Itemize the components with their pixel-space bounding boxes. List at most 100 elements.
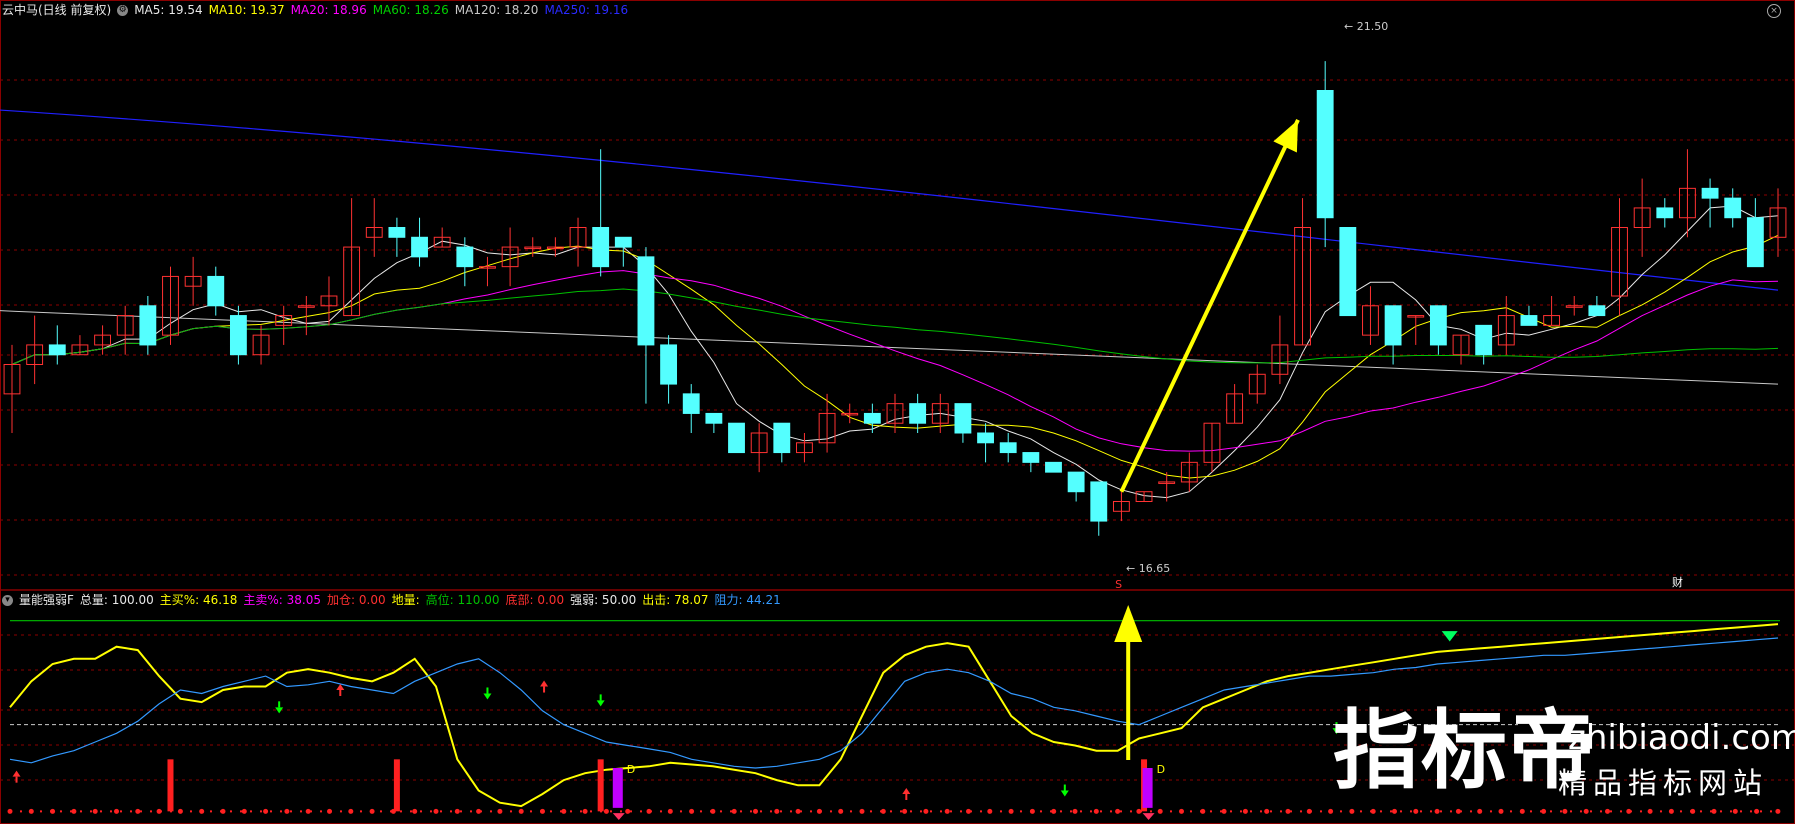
close-icon[interactable]: × xyxy=(1767,4,1781,18)
bottom-dot xyxy=(540,808,545,814)
bottom-dot xyxy=(1519,808,1525,814)
bottom-dot xyxy=(50,808,56,814)
watermark-url: zhibiaodi.com xyxy=(1568,718,1795,758)
bottom-dot xyxy=(1732,808,1738,814)
bottom-dot xyxy=(476,808,482,814)
ma120-line xyxy=(0,310,1779,385)
bottom-dot xyxy=(1583,808,1589,814)
candle-body xyxy=(682,393,700,414)
bottom-dot xyxy=(1264,808,1270,814)
high-price-label: ← 21.50 xyxy=(1344,20,1389,33)
candle-body xyxy=(1045,461,1062,473)
bottom-dot xyxy=(156,808,162,814)
candle-body xyxy=(207,275,225,307)
main-legend-name: 云中马(日线 前复权) xyxy=(2,3,112,17)
sub-item-0: 总量: 100.00 xyxy=(79,593,154,607)
down-arrow-icon xyxy=(596,700,605,707)
candle-body xyxy=(637,256,655,346)
bottom-dot xyxy=(1242,808,1248,814)
sub-legend: ▾ 量能强弱F 总量: 100.00 主买%: 46.18 主卖%: 38.05… xyxy=(0,590,781,610)
bottom-dot xyxy=(220,808,226,814)
bottom-dot xyxy=(1605,808,1610,814)
bottom-dot xyxy=(859,808,865,814)
bottom-dot xyxy=(774,808,780,814)
ma60-label: MA60: 18.26 xyxy=(372,3,449,17)
sub-item-3: 加仓: 0.00 xyxy=(327,593,386,607)
ma250-line xyxy=(0,109,1779,291)
ma60-line xyxy=(11,288,1779,365)
bottom-dot xyxy=(1200,808,1206,814)
bottom-dot xyxy=(348,808,354,814)
candle-body xyxy=(1520,315,1538,326)
ma5-label: MA5: 19.54 xyxy=(134,3,203,17)
bottom-dot xyxy=(987,808,993,814)
watermark-sub: 精品指标网站 xyxy=(1558,766,1769,800)
bottom-dot xyxy=(7,808,13,814)
sub-legend-name: 量能强弱F xyxy=(19,593,74,607)
bottom-dot xyxy=(603,808,609,814)
candle-body xyxy=(1475,324,1493,356)
settings-icon[interactable]: ⚙ xyxy=(117,4,129,16)
bottom-dot xyxy=(1647,808,1653,814)
bottom-dot xyxy=(369,808,375,814)
bottom-dot xyxy=(1498,808,1504,814)
bottom-dot xyxy=(731,808,737,814)
bottom-dot xyxy=(838,808,844,814)
bottom-dot xyxy=(1306,808,1312,814)
d-bar xyxy=(612,768,623,808)
bottom-dot xyxy=(1115,808,1121,814)
candle-body xyxy=(660,344,678,385)
bottom-dot xyxy=(28,808,34,814)
candle-body xyxy=(456,246,474,268)
bottom-dot xyxy=(880,808,886,814)
candle-body xyxy=(773,422,791,454)
bottom-dot xyxy=(1285,808,1291,814)
low-price-label: ← 16.65 xyxy=(1126,562,1171,575)
bottom-dot xyxy=(944,808,950,814)
candle-body xyxy=(705,412,723,424)
bottom-dot xyxy=(646,808,652,814)
bottom-dot xyxy=(1775,808,1781,814)
bottom-dot xyxy=(1392,808,1397,814)
bottom-dot xyxy=(433,808,439,814)
bottom-dot xyxy=(1349,808,1355,814)
bottom-dot xyxy=(412,808,418,814)
signal-arrow-head xyxy=(1114,605,1143,642)
sub-item-7: 强弱: 50.00 xyxy=(570,593,637,607)
bottom-dot xyxy=(497,808,503,814)
up-arrow-icon xyxy=(902,788,911,794)
bottom-dot xyxy=(1626,808,1632,814)
candle-body xyxy=(1339,227,1357,317)
sub-item-9: 阻力: 44.21 xyxy=(714,593,781,607)
bottom-dot xyxy=(710,808,716,814)
bottom-dot xyxy=(582,808,588,814)
bottom-dot xyxy=(199,808,205,814)
sub-item-8: 出击: 78.07 xyxy=(642,593,709,607)
candle-body xyxy=(1701,187,1719,199)
bottom-dot xyxy=(518,808,524,814)
bottom-dot xyxy=(263,808,269,814)
candle-body xyxy=(1656,207,1674,219)
bottom-dot xyxy=(1668,808,1674,814)
bottom-dot xyxy=(966,808,971,814)
candle-body xyxy=(863,412,881,424)
bottom-dot xyxy=(561,808,567,814)
candle-body xyxy=(592,227,610,268)
cai-marker: 财 xyxy=(1672,576,1683,589)
bottom-dot xyxy=(1093,808,1099,814)
bottom-dot xyxy=(1370,808,1376,814)
bottom-dot xyxy=(327,808,332,814)
up-arrow-icon xyxy=(540,680,549,687)
bottom-dot xyxy=(241,808,247,814)
bottom-dot xyxy=(1136,808,1142,814)
signal-bar xyxy=(167,759,174,812)
candle-body xyxy=(1724,197,1742,219)
candle-body xyxy=(1746,217,1764,268)
bottom-dot xyxy=(1413,808,1419,814)
d-marker: D xyxy=(1157,763,1165,776)
bottom-dot xyxy=(816,808,822,814)
collapse-icon[interactable]: ▾ xyxy=(2,594,13,606)
top-diamond xyxy=(1441,631,1458,642)
bottom-dot xyxy=(1690,808,1696,814)
bottom-dot xyxy=(177,808,183,814)
